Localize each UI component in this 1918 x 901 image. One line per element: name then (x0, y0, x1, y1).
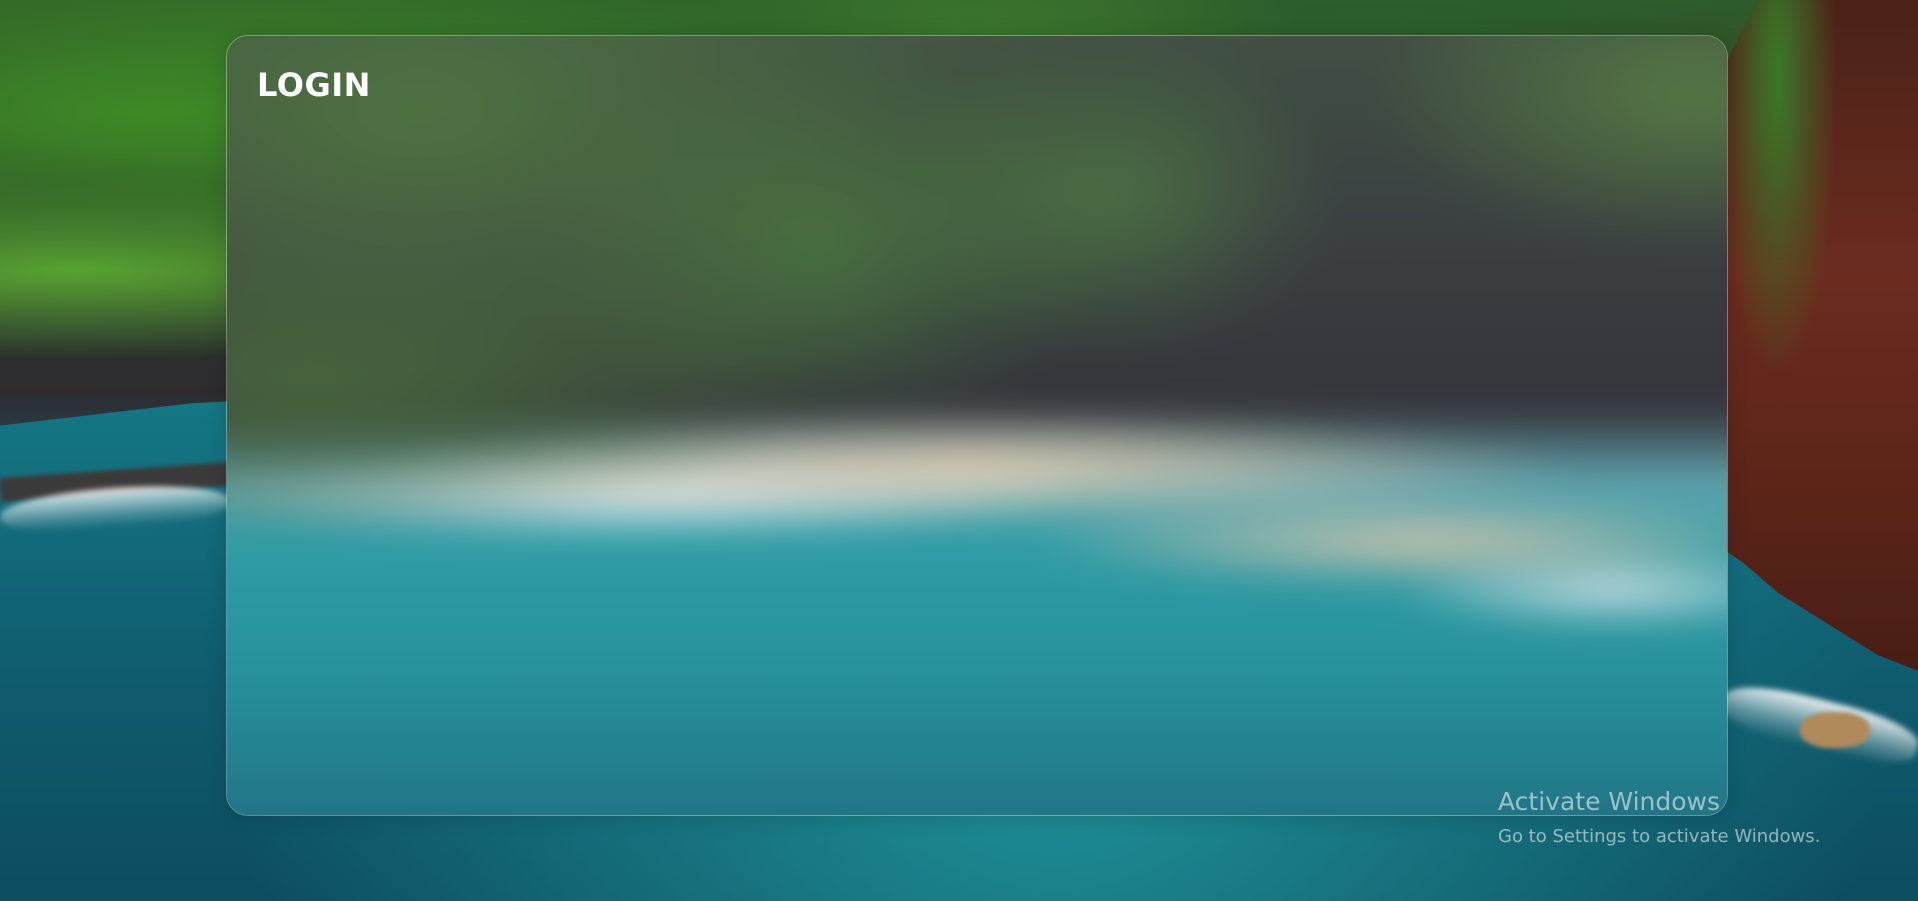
login-panel-tint (227, 36, 1727, 815)
login-panel: LOGIN (226, 35, 1728, 816)
background-rock (1800, 712, 1870, 748)
watermark-title: Activate Windows (1498, 787, 1720, 816)
watermark-subtitle: Go to Settings to activate Windows. (1498, 826, 1821, 847)
login-title: LOGIN (257, 66, 371, 104)
activate-windows-watermark: Activate Windows Go to Settings to activ… (1498, 786, 1820, 852)
